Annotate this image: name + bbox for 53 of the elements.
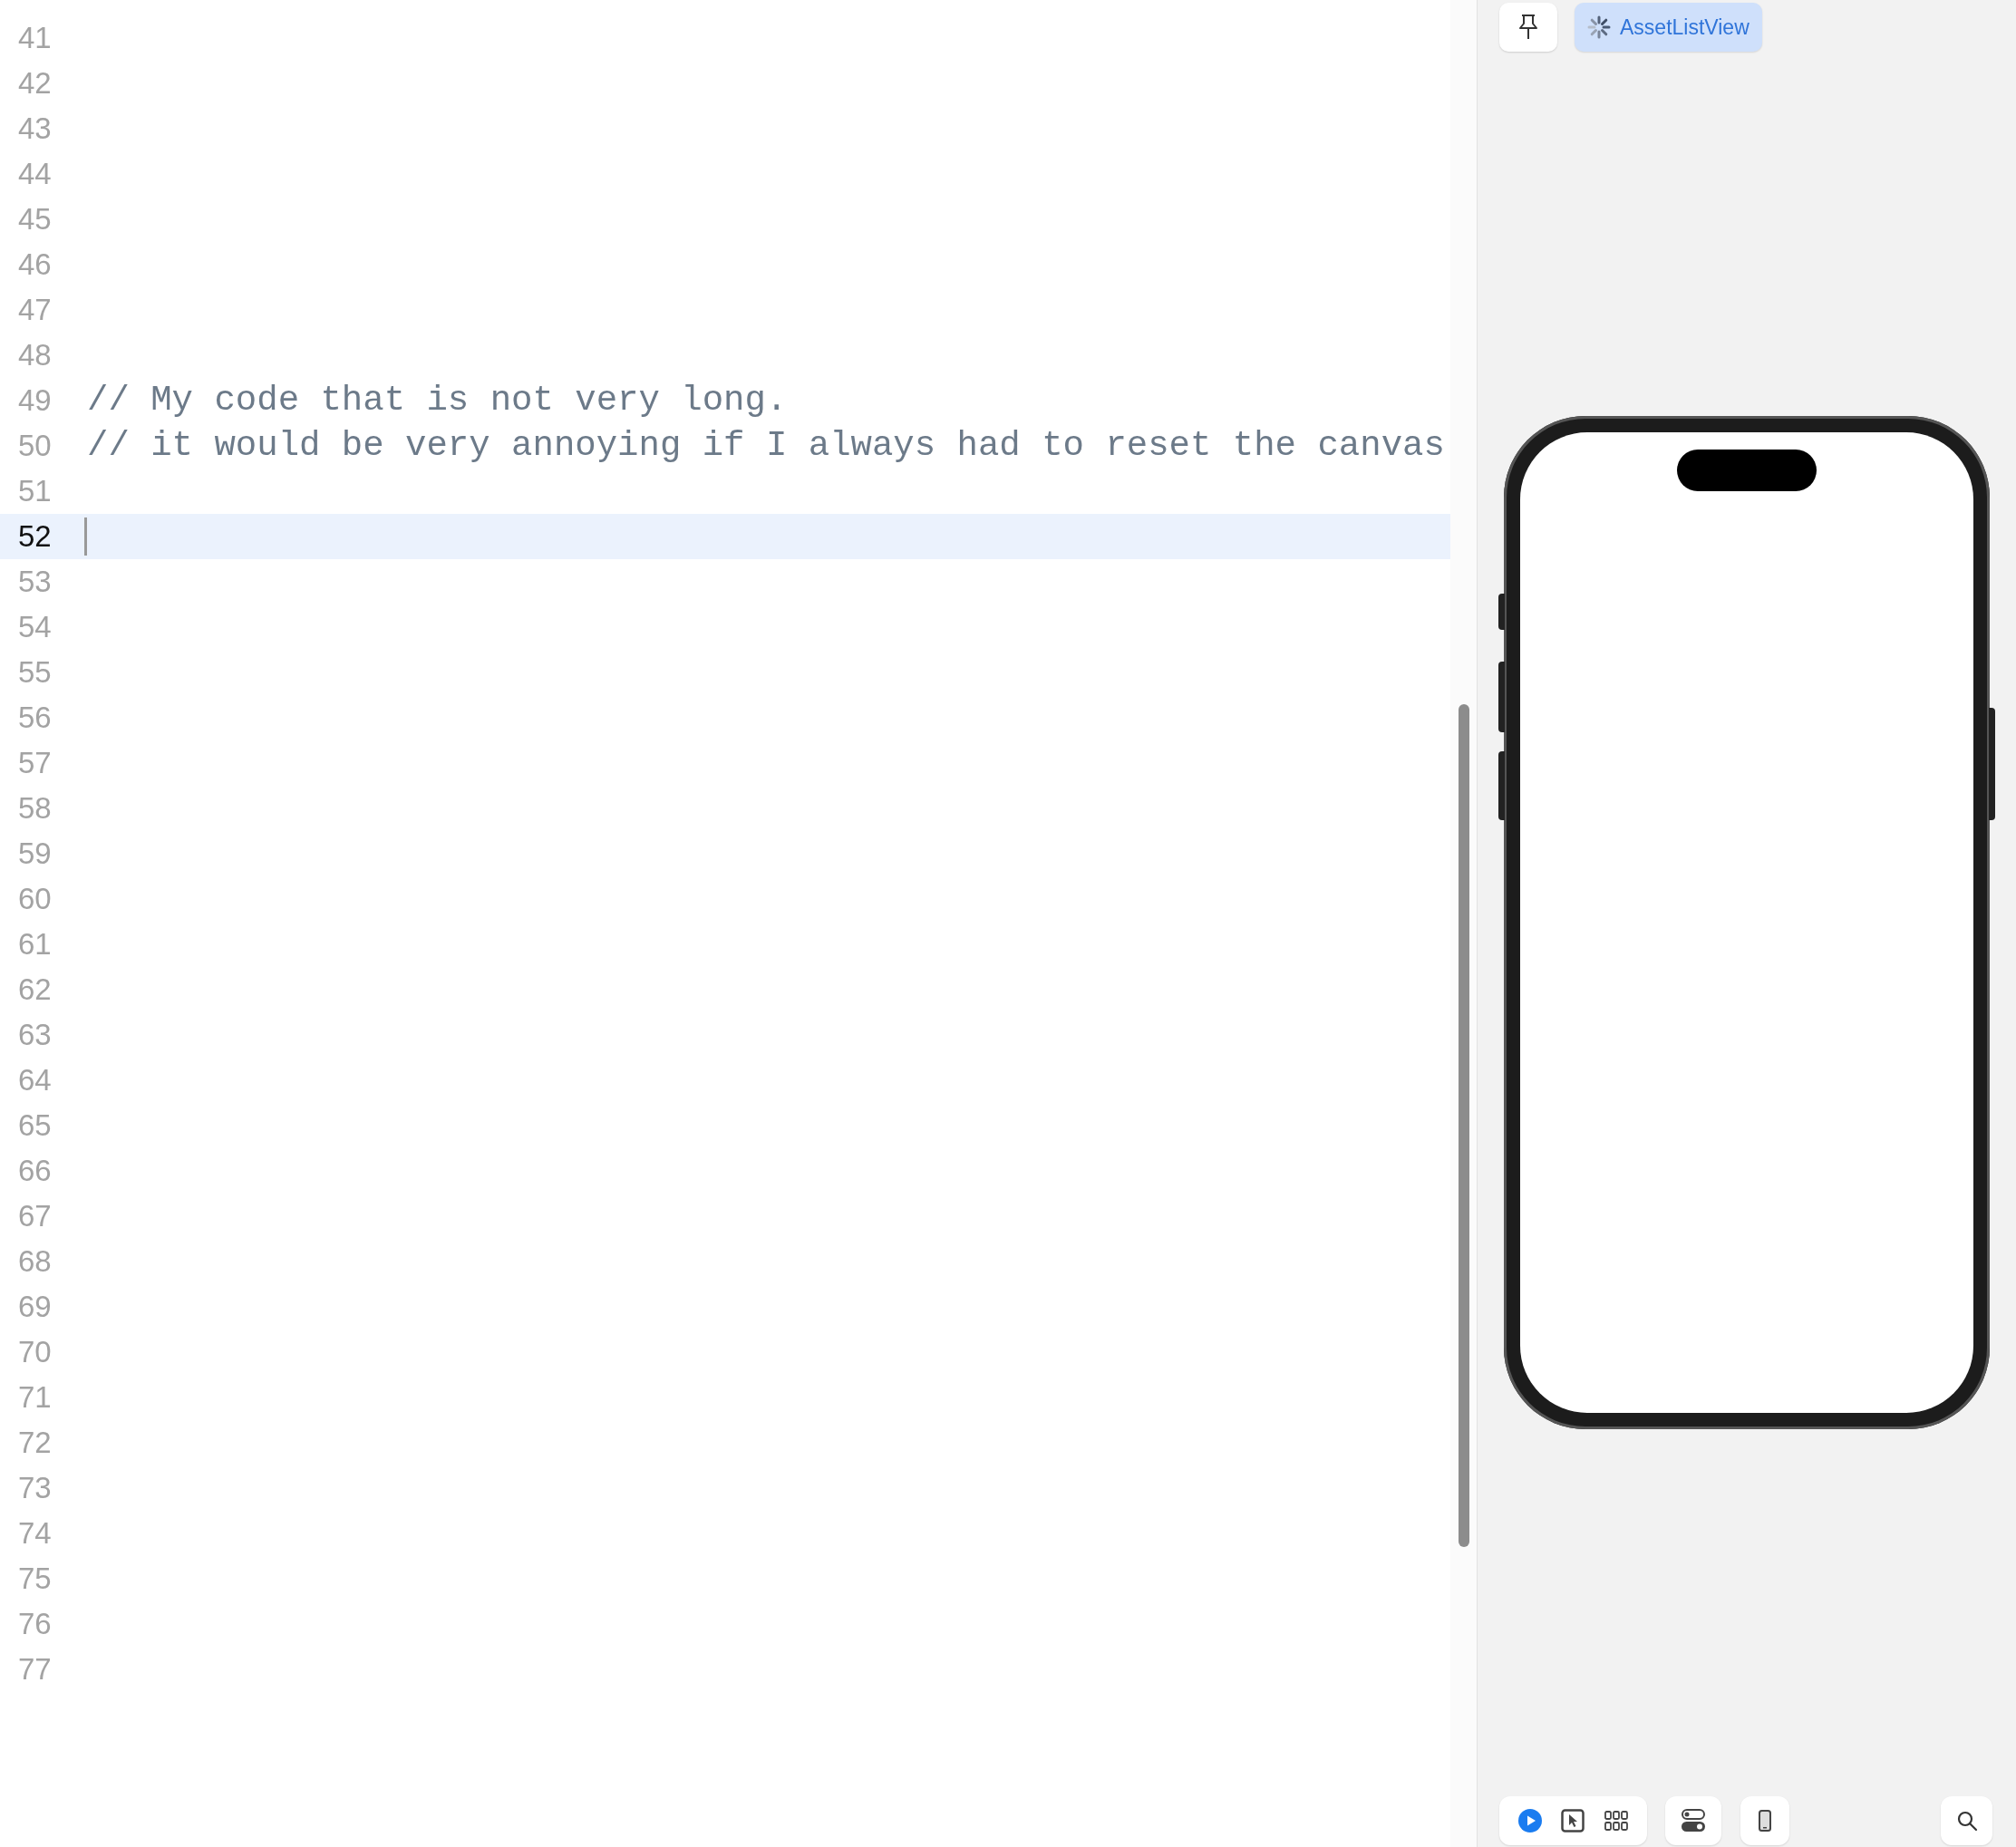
pin-icon	[1517, 14, 1539, 41]
line-number: 71	[17, 1379, 53, 1416]
line-number: 47	[17, 292, 53, 328]
line-number: 63	[17, 1017, 53, 1053]
line-number: 59	[17, 836, 53, 872]
search-icon	[1955, 1810, 1978, 1832]
line-number: 56	[17, 700, 53, 736]
line-number: 75	[17, 1561, 53, 1597]
zoom-button[interactable]	[1941, 1796, 1992, 1845]
line-number: 61	[17, 926, 53, 962]
line-number: 68	[17, 1243, 53, 1280]
line-number: 43	[17, 111, 53, 147]
line-number: 49	[17, 382, 53, 419]
line-number: 67	[17, 1198, 53, 1234]
device-settings-button[interactable]	[1740, 1796, 1789, 1845]
line-number: 45	[17, 201, 53, 237]
scrollbar-thumb[interactable]	[1458, 704, 1469, 1547]
preview-view-button[interactable]: AssetListView	[1575, 3, 1762, 52]
line-number: 57	[17, 745, 53, 781]
code-comment: // My code that is not very long.	[87, 381, 788, 421]
line-number: 50	[17, 428, 53, 464]
line-number: 74	[17, 1515, 53, 1552]
line-number: 51	[17, 473, 53, 509]
line-number: 53	[17, 564, 53, 600]
grid-icon	[1604, 1811, 1629, 1831]
toggle-switches-icon	[1682, 1809, 1705, 1832]
line-number: 55	[17, 654, 53, 691]
line-number: 65	[17, 1107, 53, 1144]
line-number: 52	[17, 518, 53, 555]
play-icon	[1517, 1808, 1543, 1833]
line-number: 44	[17, 156, 53, 192]
line-number: 48	[17, 337, 53, 373]
variants-toggle-button[interactable]	[1665, 1796, 1721, 1845]
line-number: 60	[17, 881, 53, 917]
line-number: 58	[17, 790, 53, 827]
code-comment: // it would be very annoying if I always had to reset the canvas	[87, 426, 1445, 466]
line-number: 72	[17, 1425, 53, 1461]
line-number: 76	[17, 1606, 53, 1642]
line-number: 70	[17, 1334, 53, 1370]
line-number: 62	[17, 972, 53, 1008]
line-number: 54	[17, 609, 53, 645]
phone-icon	[1759, 1810, 1771, 1832]
line-number: 66	[17, 1153, 53, 1189]
pin-button[interactable]	[1499, 3, 1557, 52]
line-number: 69	[17, 1289, 53, 1325]
line-number: 42	[17, 65, 53, 102]
line-number: 64	[17, 1062, 53, 1098]
line-number: 41	[17, 20, 53, 56]
text-cursor	[84, 517, 87, 556]
cursor-icon	[1561, 1809, 1585, 1832]
line-number: 73	[17, 1470, 53, 1506]
line-number: 77	[17, 1651, 53, 1687]
line-number: 46	[17, 247, 53, 283]
